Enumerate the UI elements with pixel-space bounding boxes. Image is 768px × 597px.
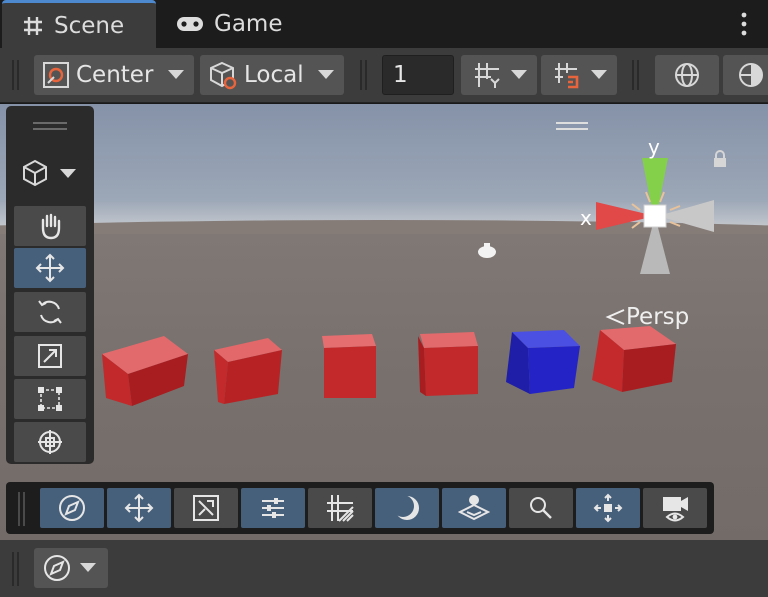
focus-arrows-icon — [593, 493, 623, 523]
hash-grid-icon — [24, 16, 42, 35]
toolbar-grip[interactable] — [12, 552, 19, 586]
rotate-tool-button[interactable] — [14, 292, 86, 332]
chevron-down-icon — [511, 70, 527, 79]
pivot-local-label: Local — [244, 62, 304, 88]
navigation-overlay-button[interactable] — [40, 488, 104, 528]
overlay-drag-handle[interactable] — [33, 122, 67, 130]
visibility-overlay-button[interactable] — [442, 488, 506, 528]
more-options-icon[interactable] — [740, 12, 748, 36]
move-arrows-icon — [124, 493, 154, 523]
toolbar-grip[interactable] — [12, 60, 19, 90]
shaded-sphere-icon — [739, 63, 763, 87]
scale-tool-button[interactable] — [14, 336, 86, 376]
red-cube-2[interactable] — [214, 338, 282, 404]
toolbar-grip[interactable] — [360, 60, 367, 90]
compass-icon — [59, 495, 85, 521]
rect-tool-button[interactable] — [14, 379, 86, 419]
gizmo-x-label: x — [580, 206, 592, 230]
snap-increment-input[interactable]: 1 — [382, 55, 454, 95]
pivot-center-label: Center — [76, 62, 154, 88]
tab-game-label: Game — [214, 11, 283, 37]
orientation-drag-handle[interactable] — [556, 122, 588, 130]
compass-icon — [44, 555, 70, 581]
hand-icon — [41, 213, 61, 240]
rect-transform-icon — [38, 387, 62, 411]
frame-selected-overlay-button[interactable] — [576, 488, 640, 528]
toolbar-grip[interactable] — [632, 60, 639, 90]
red-cube-1[interactable] — [102, 336, 188, 406]
wireframe-shading-button[interactable] — [655, 55, 719, 95]
projection-toggle[interactable]: Persp — [604, 304, 689, 330]
grid-overlay-button[interactable] — [241, 488, 305, 528]
blue-cube[interactable] — [506, 330, 580, 394]
chevron-down-icon — [80, 563, 96, 572]
bottom-toolbar — [0, 540, 768, 597]
view-options-overlay — [6, 482, 714, 534]
tools-overlay — [6, 106, 94, 464]
scale-icon — [38, 344, 62, 368]
pivot-center-icon — [43, 62, 69, 88]
search-icon — [530, 497, 552, 519]
gamepad-icon — [177, 17, 203, 31]
grid-snapping-dropdown[interactable] — [541, 55, 617, 95]
chevron-down-icon — [318, 70, 334, 79]
tab-game[interactable]: Game — [172, 0, 312, 48]
camera-overlay-button[interactable] — [643, 488, 707, 528]
red-cube-6[interactable] — [592, 326, 676, 392]
gizmo-scale-icon — [193, 495, 219, 521]
cube-outline-icon — [23, 159, 47, 187]
chevron-down-icon — [60, 169, 76, 178]
pivot-local-dropdown[interactable]: Local — [200, 55, 344, 95]
search-overlay-button[interactable] — [509, 488, 573, 528]
wireframe-sphere-icon — [675, 63, 699, 87]
move-tool-button[interactable] — [14, 248, 86, 288]
shaded-wireframe-button[interactable] — [723, 55, 768, 95]
pivot-center-dropdown[interactable]: Center — [34, 55, 194, 95]
red-cube-4[interactable] — [418, 332, 478, 396]
rotate-icon — [38, 300, 62, 324]
navigation-mode-dropdown[interactable] — [34, 548, 108, 588]
move-arrows-icon — [35, 253, 65, 283]
sliders-icon — [262, 498, 284, 518]
tab-scene-label: Scene — [54, 12, 125, 39]
grid-snap-magnet-icon — [555, 63, 579, 89]
moon-icon — [392, 495, 419, 520]
grid-visibility-dropdown[interactable] — [461, 55, 537, 95]
lighting-overlay-button[interactable] — [375, 488, 439, 528]
transform-tool-button[interactable] — [14, 422, 86, 462]
tool-context-dropdown[interactable] — [20, 158, 82, 190]
transform-icon — [38, 430, 62, 454]
overlay-grip[interactable] — [18, 492, 25, 526]
chevron-down-icon — [168, 70, 184, 79]
transform-gizmo-overlay-button[interactable] — [174, 488, 238, 528]
orientation-gizmo[interactable]: y x — [580, 132, 730, 282]
grid-lines-icon — [327, 495, 354, 522]
scene-toolbar: Center Local 1 — [0, 48, 768, 103]
transform-overlay-button[interactable] — [107, 488, 171, 528]
hand-tool-button[interactable] — [14, 206, 86, 246]
tab-bar: Scene Game — [0, 0, 768, 48]
projection-label: Persp — [626, 304, 690, 330]
grid-axis-icon — [475, 63, 500, 88]
tab-scene[interactable]: Scene — [2, 0, 156, 48]
layers-icon — [458, 495, 490, 521]
camera-eye-icon — [663, 497, 688, 522]
directional-light-icon[interactable] — [476, 242, 498, 260]
chevron-down-icon — [591, 70, 607, 79]
scene-viewport[interactable]: y x Persp — [0, 104, 768, 540]
red-cube-3[interactable] — [322, 334, 376, 398]
grid-snap-overlay-button[interactable] — [308, 488, 372, 528]
local-space-cube-icon — [210, 61, 237, 90]
gizmo-y-label: y — [648, 135, 660, 159]
chevron-left-icon — [605, 309, 625, 325]
